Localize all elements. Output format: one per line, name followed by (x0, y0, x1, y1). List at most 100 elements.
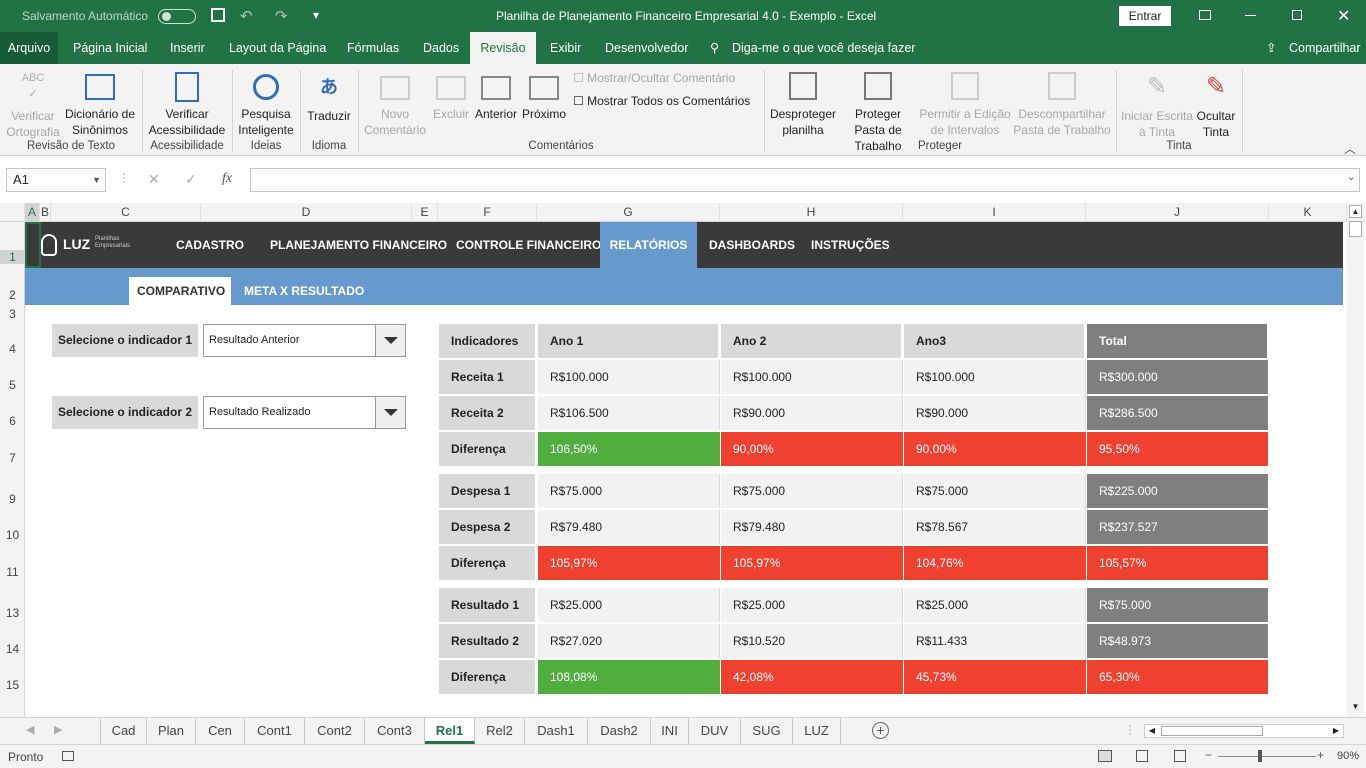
formula-input[interactable] (250, 168, 1360, 192)
unprotect-sheet-button[interactable]: Desproteger planilha (768, 68, 838, 138)
sheet-tab[interactable]: Rel2 (475, 718, 525, 744)
redo-icon[interactable]: ↷ (275, 7, 288, 25)
row-header[interactable]: 3 (0, 307, 25, 321)
scroll-left-icon[interactable]: ◀ (1145, 725, 1159, 737)
nav-planejamento[interactable]: PLANEJAMENTO FINANCEIRO (270, 222, 447, 268)
tell-me-input[interactable]: Diga-me o que você deseja fazer (732, 32, 915, 64)
sheet-tab[interactable]: SUG (741, 718, 793, 744)
sign-in-button[interactable]: Entrar (1119, 6, 1171, 26)
hide-ink-button[interactable]: ✎ Ocultar Tinta (1194, 68, 1238, 140)
menu-layout[interactable]: Layout da Página (229, 32, 326, 64)
new-comment-button[interactable]: Novo Comentário (362, 68, 428, 138)
close-icon[interactable]: ✕ (1337, 6, 1350, 26)
col-header[interactable]: H (720, 203, 903, 222)
translate-button[interactable]: あ Traduzir (304, 68, 354, 124)
zoom-slider-thumb[interactable] (1258, 750, 1262, 762)
cancel-icon[interactable]: ✕ (148, 171, 160, 188)
zoom-in-icon[interactable]: + (1317, 748, 1324, 762)
menu-inserir[interactable]: Inserir (170, 32, 205, 64)
name-box[interactable]: A1 ▼ (6, 168, 106, 192)
show-all-comments-button[interactable]: ☐ Mostrar Todos os Comentários (573, 94, 750, 108)
start-inking-button[interactable]: ✎ Iniciar Escrita à Tinta (1120, 68, 1194, 140)
undo-icon[interactable]: ↶ (240, 7, 253, 25)
previous-comment-button[interactable]: Anterior (472, 68, 520, 122)
delete-comment-button[interactable]: Excluir (431, 68, 471, 122)
col-header[interactable]: B (40, 203, 51, 222)
col-header[interactable]: I (903, 203, 1086, 222)
sheet-tab[interactable]: Dash1 (525, 718, 588, 744)
row-header[interactable]: 1 (0, 250, 25, 264)
enter-icon[interactable]: ✓ (185, 171, 197, 188)
selector1-dropdown[interactable]: Resultado Anterior (203, 324, 406, 357)
nav-controle[interactable]: CONTROLE FINANCEIRO (456, 222, 601, 268)
row-header[interactable]: 13 (0, 606, 25, 620)
horizontal-scrollbar[interactable]: ◀ ▶ (1144, 724, 1344, 738)
macro-record-icon[interactable] (62, 751, 74, 761)
col-header[interactable]: G (537, 203, 720, 222)
selector2-dropdown[interactable]: Resultado Realizado (203, 396, 406, 429)
row-header[interactable]: 7 (0, 451, 25, 465)
nav-dashboards[interactable]: DASHBOARDS (709, 222, 795, 268)
col-header[interactable]: C (51, 203, 201, 222)
save-icon[interactable] (211, 8, 225, 22)
hscroll-thumb[interactable] (1161, 726, 1263, 736)
customize-qat-icon[interactable]: ▾ (313, 8, 319, 22)
row-header[interactable]: 14 (0, 642, 25, 656)
sheet-tab[interactable]: Dash2 (588, 718, 651, 744)
accessibility-button[interactable]: Verificar Acessibilidade (146, 68, 228, 138)
next-comment-button[interactable]: Próximo (521, 68, 567, 122)
tab-split-icon[interactable]: ⋮ (1124, 723, 1136, 737)
minimize-icon[interactable] (1245, 15, 1256, 16)
thesaurus-button[interactable]: Dicionário de Sinônimos (62, 68, 138, 138)
col-header[interactable]: E (412, 203, 438, 222)
vertical-scrollbar[interactable]: ▲ ▼ (1347, 203, 1364, 717)
select-all-corner[interactable] (0, 203, 25, 222)
restore-icon[interactable] (1292, 10, 1302, 20)
tab-meta-resultado[interactable]: META X RESULTADO (236, 277, 372, 305)
unshare-workbook-button[interactable]: Descompartilhar Pasta de Trabalho (1012, 68, 1112, 138)
row-header[interactable]: 10 (0, 528, 25, 542)
sheet-tab[interactable]: LUZ (793, 718, 841, 744)
zoom-slider[interactable] (1218, 756, 1316, 757)
sheet-tab[interactable]: Cont2 (305, 718, 365, 744)
dropdown-arrow-icon[interactable] (375, 397, 405, 428)
expand-formula-icon[interactable]: ⌄ (1347, 172, 1355, 183)
menu-desenvolvedor[interactable]: Desenvolvedor (605, 32, 688, 64)
sheet-tab[interactable]: Cont1 (245, 718, 305, 744)
show-hide-comment-button[interactable]: ☐ Mostrar/Ocultar Comentário (573, 71, 735, 85)
col-header[interactable]: A (25, 203, 40, 222)
row-header[interactable]: 2 (0, 288, 25, 302)
add-sheet-icon[interactable]: + (872, 722, 889, 739)
nav-instrucoes[interactable]: INSTRUÇÕES (811, 222, 890, 268)
row-header[interactable]: 11 (0, 565, 25, 579)
menu-exibir[interactable]: Exibir (550, 32, 581, 64)
scroll-down-icon[interactable]: ▼ (1349, 701, 1362, 714)
normal-view-icon[interactable] (1098, 750, 1112, 762)
tab-comparativo[interactable]: COMPARATIVO (129, 277, 231, 305)
menu-pagina-inicial[interactable]: Página Inicial (73, 32, 147, 64)
menu-formulas[interactable]: Fórmulas (347, 32, 399, 64)
row-header[interactable]: 4 (0, 342, 25, 356)
scroll-thumb[interactable] (1349, 221, 1362, 237)
insert-function-button[interactable]: fx (222, 171, 232, 187)
ribbon-display-icon[interactable] (1199, 10, 1211, 20)
sheet-tab[interactable]: Cad (100, 718, 147, 744)
col-header[interactable]: F (438, 203, 537, 222)
scroll-right-icon[interactable]: ▶ (1329, 725, 1343, 737)
collapse-ribbon-icon[interactable]: ︿ (1344, 140, 1356, 157)
nav-cadastro[interactable]: CADASTRO (176, 222, 244, 268)
zoom-out-icon[interactable]: − (1205, 748, 1212, 762)
menu-revisao[interactable]: Revisão (470, 32, 536, 64)
row-header[interactable]: 6 (0, 414, 25, 428)
page-break-icon[interactable] (1174, 750, 1186, 762)
share-button[interactable]: Compartilhar (1289, 32, 1361, 64)
menu-dados[interactable]: Dados (423, 32, 459, 64)
row-header[interactable]: 15 (0, 678, 25, 692)
tab-scroll-left-icon[interactable]: ◀ (26, 723, 34, 736)
spelling-button[interactable]: ABC ✓ Verificar Ortografia (6, 68, 60, 140)
row-header[interactable]: 5 (0, 378, 25, 392)
autosave-toggle[interactable] (158, 9, 196, 24)
sheet-tab[interactable]: Cont3 (365, 718, 425, 744)
col-header[interactable]: J (1086, 203, 1269, 222)
sheet-tab-active[interactable]: Rel1 (425, 718, 475, 744)
